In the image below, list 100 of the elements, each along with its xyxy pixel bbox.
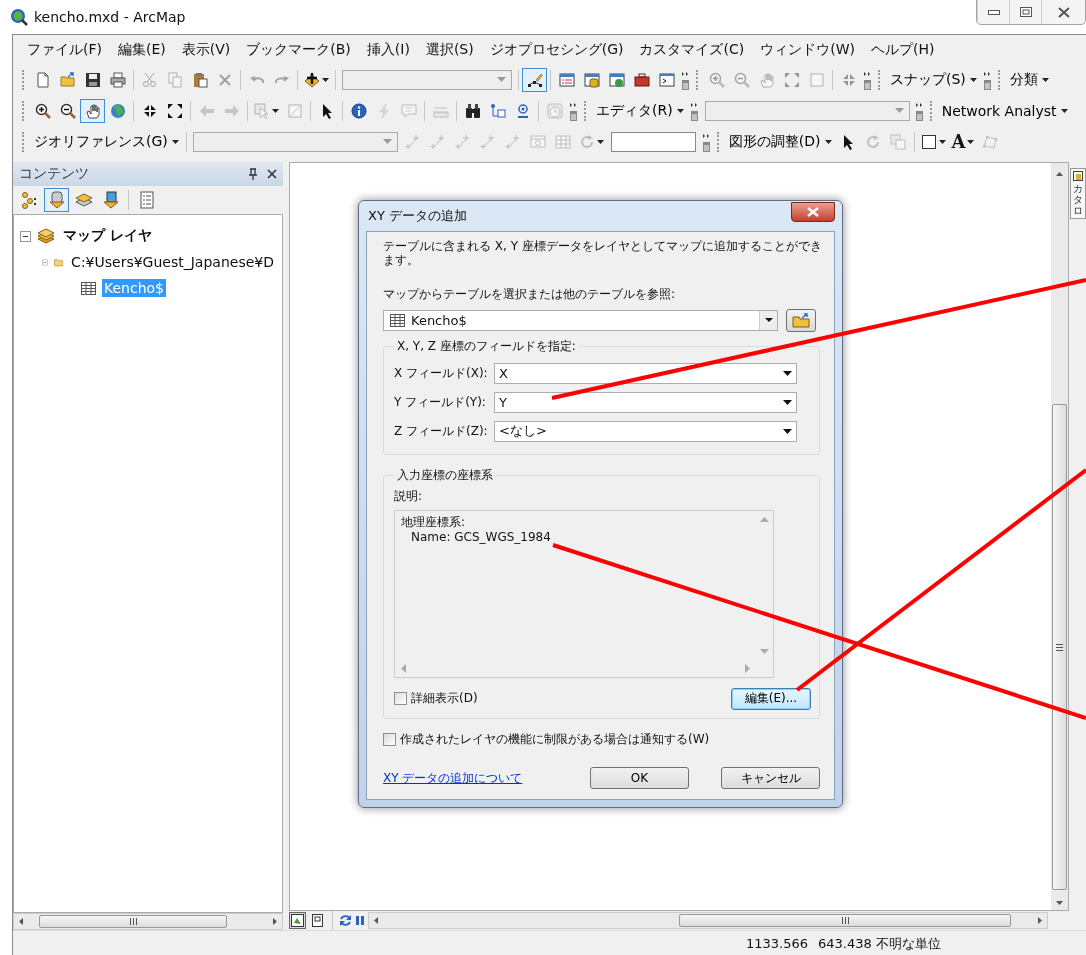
hand-icon xyxy=(84,102,101,119)
checkbox-label[interactable]: 作成されたレイヤの機能に制限がある場合は通知する(W) xyxy=(400,730,710,748)
node-tree-icon xyxy=(20,191,39,209)
scroll-thumb[interactable] xyxy=(1052,404,1067,890)
frame-icon xyxy=(808,71,825,88)
field-dropdown[interactable]: <なし> xyxy=(494,420,797,442)
browse-button[interactable] xyxy=(786,308,816,332)
table-icon xyxy=(555,133,572,150)
close-icon xyxy=(1057,6,1070,18)
menu-item[interactable]: ブックマーク(B) xyxy=(238,40,359,59)
description-text: テーブルに含まれる X, Y 座標データをレイヤとしてマップに追加することができます。 xyxy=(383,240,823,268)
toolbar-options-icon[interactable] xyxy=(915,100,924,121)
link-plus-icon xyxy=(480,133,497,150)
app-icon xyxy=(10,8,28,26)
edit-button[interactable]: 編集(E)... xyxy=(731,687,811,710)
minimize-icon xyxy=(987,9,1000,15)
collapse-icon[interactable] xyxy=(20,230,31,242)
folder-icon xyxy=(59,71,76,88)
caret-icon xyxy=(272,108,279,113)
text-tool-button[interactable]: A xyxy=(948,129,978,154)
menu-item[interactable]: カスタマイズ(C) xyxy=(631,40,753,59)
close-icon[interactable] xyxy=(267,169,277,179)
checkbox[interactable] xyxy=(383,732,396,746)
info-icon xyxy=(350,102,367,119)
data-view-button[interactable] xyxy=(289,912,306,929)
toolbar-options-icon[interactable] xyxy=(864,69,872,90)
description-line: Name: GCS_WGS_1984 xyxy=(410,529,552,545)
toolbar-menu[interactable]: Network Analyst xyxy=(937,98,1072,123)
pin-icon[interactable] xyxy=(247,168,259,180)
pause-icon[interactable] xyxy=(355,915,365,926)
help-link[interactable]: XY データの追加について xyxy=(383,769,523,787)
vertical-scrollbar[interactable] xyxy=(1051,163,1068,910)
link-plus-icon xyxy=(505,133,522,150)
dropdown-arrow-icon xyxy=(783,428,792,434)
refresh-icon[interactable] xyxy=(339,914,352,927)
close-button[interactable] xyxy=(791,202,835,222)
hand-icon xyxy=(758,71,775,88)
database-icon xyxy=(1072,171,1083,181)
caret-icon xyxy=(322,77,329,82)
menu-item[interactable]: ヘルプ(H) xyxy=(862,40,943,59)
caret-icon xyxy=(596,139,604,144)
scroll-thumb[interactable] xyxy=(39,915,227,928)
toolbar-menu[interactable]: スナップ(S) xyxy=(886,67,981,92)
checkbox[interactable] xyxy=(394,692,407,706)
menu-item[interactable]: 選択(S) xyxy=(417,40,482,59)
grip-icon xyxy=(129,918,137,925)
y-coordinate: 643.438 xyxy=(818,936,872,951)
zoom-in-icon xyxy=(708,71,725,88)
menu-item[interactable]: 挿入(I) xyxy=(358,40,418,59)
square-icon xyxy=(920,133,937,150)
field-dropdown[interactable]: Y xyxy=(494,391,797,413)
toolbar-button[interactable] xyxy=(522,67,547,92)
zoom-in-icon xyxy=(34,102,51,119)
clipboard-icon xyxy=(191,71,208,88)
units-label: 不明な単位 xyxy=(875,934,941,953)
layer-item[interactable]: C:¥Users¥Guest_Japanese¥D xyxy=(69,253,276,271)
horizontal-scrollbar[interactable] xyxy=(368,912,1048,929)
menu-item[interactable]: 表示(V) xyxy=(173,40,239,59)
field-label: 説明: xyxy=(394,488,423,503)
ok-button[interactable]: OK xyxy=(590,767,689,789)
menu-item[interactable]: 編集(E) xyxy=(110,40,174,59)
toolbar-options-icon[interactable] xyxy=(690,100,699,121)
restore-icon xyxy=(1019,7,1032,17)
toolbar-input[interactable] xyxy=(610,131,696,152)
page-icon xyxy=(312,914,323,927)
layout-view-button[interactable] xyxy=(309,912,326,929)
clock-icon xyxy=(546,102,563,119)
field-label: Z フィールド(Z): xyxy=(394,422,489,440)
binoculars-icon xyxy=(464,102,481,119)
toolbar-menu[interactable]: 図形の調整(D) xyxy=(724,129,836,154)
layer-item[interactable]: マップ レイヤ xyxy=(61,226,154,246)
printer-icon xyxy=(109,71,126,88)
menu-item[interactable]: ジオプロセシング(G) xyxy=(481,40,632,59)
list-icon xyxy=(137,191,156,209)
menu-item[interactable]: ウィンドウ(W) xyxy=(752,40,863,59)
toolbar-menu[interactable]: 分類 xyxy=(1005,67,1053,92)
menu-item[interactable]: ファイル(F) xyxy=(19,40,110,59)
caret-icon xyxy=(824,139,832,144)
table-dropdown[interactable]: Kencho$ xyxy=(383,309,778,331)
zoom-out-icon xyxy=(59,102,76,119)
scissors-icon xyxy=(141,71,158,88)
scroll-thumb[interactable] xyxy=(679,914,1011,927)
toolbar-menu[interactable]: ジオリファレンス(G) xyxy=(30,129,183,154)
dropdown-arrow-icon xyxy=(382,139,392,144)
field-dropdown[interactable]: X xyxy=(494,362,797,384)
caret-icon xyxy=(969,77,977,82)
toolbar-options-icon[interactable] xyxy=(570,100,578,121)
field-label: マップからテーブルを選択または他のテーブルを参照: xyxy=(383,285,677,303)
dropdown-arrow-icon xyxy=(783,399,792,405)
toolbar-options-icon[interactable] xyxy=(702,131,711,152)
toolbar-options-icon[interactable] xyxy=(682,69,690,90)
window-title: kencho.mxd - ArcMap xyxy=(34,9,186,25)
catalog-tab[interactable]: カタロ xyxy=(1069,168,1086,219)
checkbox-label[interactable]: 詳細表示(D) xyxy=(411,690,478,708)
toolbar-menu[interactable]: エディタ(R) xyxy=(592,98,688,123)
layers-icon xyxy=(74,191,93,209)
horizontal-scrollbar[interactable] xyxy=(13,913,283,930)
caret-icon xyxy=(171,139,179,144)
toolbar-options-icon[interactable] xyxy=(983,69,992,90)
cancel-button[interactable]: キャンセル xyxy=(721,767,820,789)
